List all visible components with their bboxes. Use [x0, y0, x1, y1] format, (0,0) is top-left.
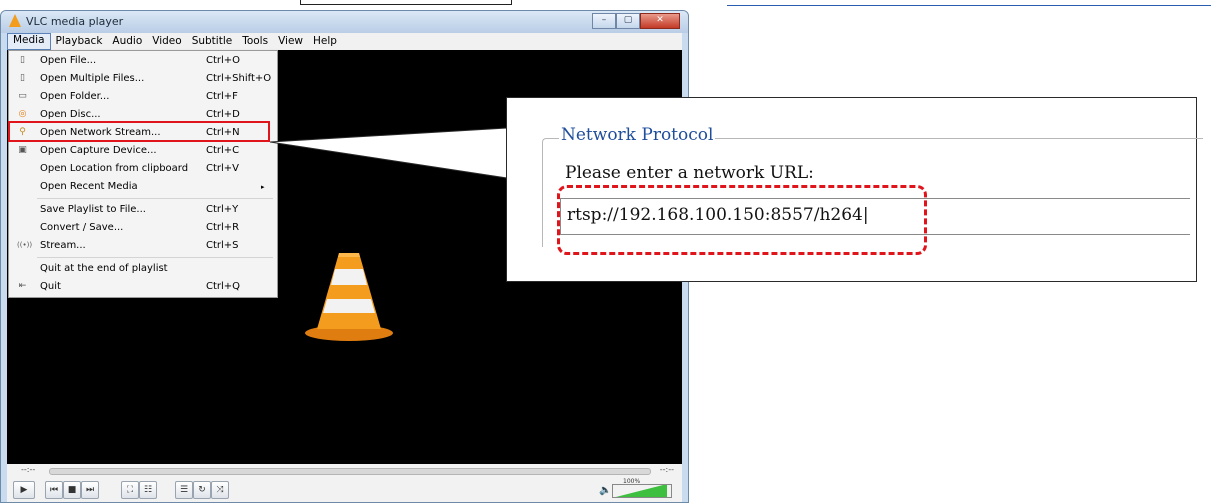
network-protocol-title: Network Protocol — [559, 125, 716, 145]
network-url-prompt: Please enter a network URL: — [565, 163, 814, 183]
highlight-url-field — [557, 185, 927, 255]
